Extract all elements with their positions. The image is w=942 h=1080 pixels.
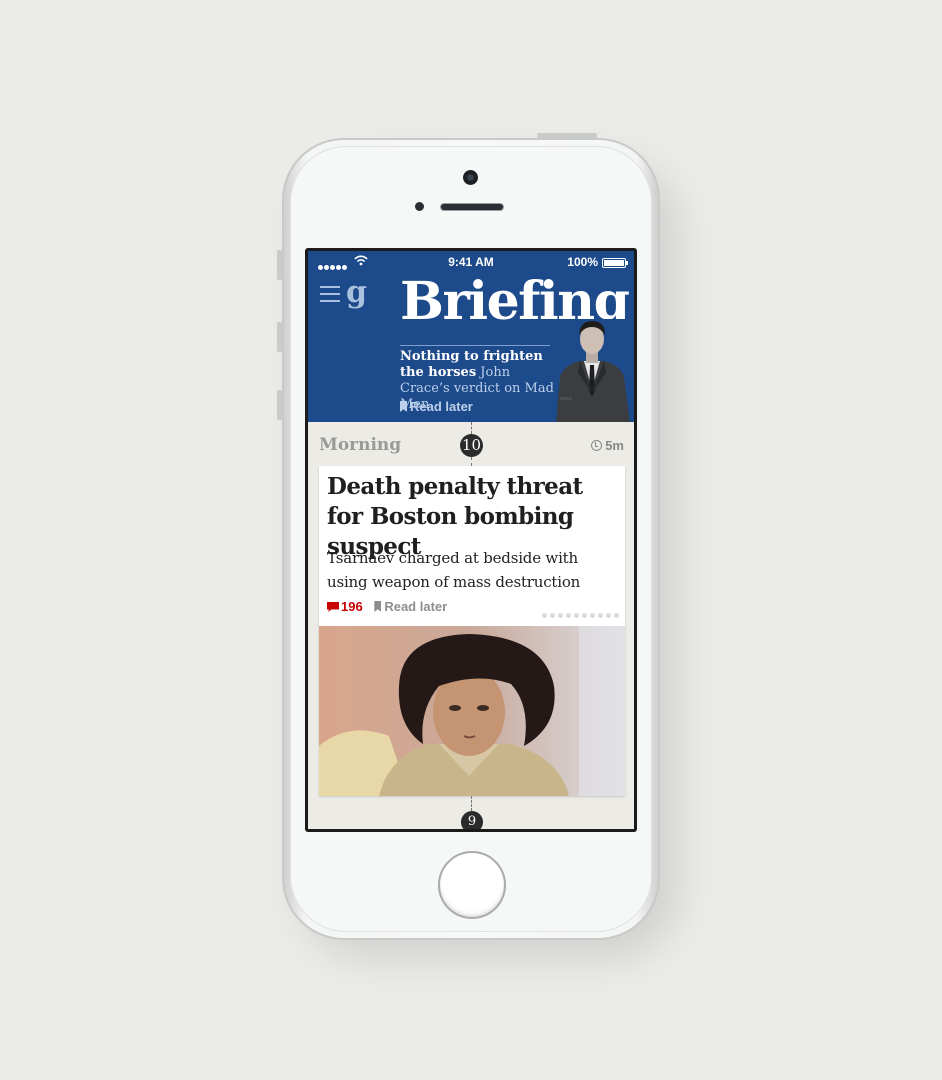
mad-men-photo [550, 319, 634, 422]
page-dot [566, 613, 571, 618]
clock-icon [591, 440, 603, 451]
front-camera [463, 170, 478, 185]
page-dot [614, 613, 619, 618]
home-button[interactable] [438, 851, 506, 919]
article-photo[interactable] [319, 626, 625, 796]
story-number-badge: 10 [460, 434, 483, 457]
header-read-later-button[interactable]: Read later [400, 399, 473, 414]
teaser-headline: Nothing to frighten the horses [400, 349, 543, 380]
article-card[interactable]: Death penalty threat for Boston bombing … [319, 466, 625, 796]
article-meta: 196 Read later [327, 599, 447, 614]
comment-count[interactable]: 196 [341, 599, 363, 614]
read-later-button[interactable]: Read later [374, 599, 447, 614]
bookmark-icon [400, 401, 407, 412]
section-label: Morning [319, 435, 402, 455]
comment-icon[interactable] [327, 602, 339, 612]
earpiece-speaker [440, 203, 504, 211]
page-dot [550, 613, 555, 618]
header-read-later-label: Read later [410, 399, 473, 414]
read-time-label: 5m [605, 438, 624, 453]
battery-icon [602, 258, 628, 268]
timeline-connector [471, 457, 472, 466]
battery-percentage: 100% [567, 255, 598, 269]
page-dot [558, 613, 563, 618]
page-dot [542, 613, 547, 618]
section-row: Morning 10 5m [308, 422, 634, 466]
phone-screen: 9:41 AM 100% g Briefing Nothing to frigh… [305, 248, 637, 832]
timeline-connector [471, 796, 472, 811]
read-later-label: Read later [384, 599, 448, 614]
app-screen: 9:41 AM 100% g Briefing Nothing to frigh… [308, 251, 634, 829]
page-dot [574, 613, 579, 618]
page-dot [598, 613, 603, 618]
proximity-sensor [415, 202, 424, 211]
timeline-connector [471, 422, 472, 434]
page-indicator [539, 605, 619, 623]
guardian-logo[interactable]: g [346, 275, 367, 310]
briefing-header[interactable]: 9:41 AM 100% g Briefing Nothing to frigh… [308, 251, 634, 422]
bookmark-icon [374, 601, 382, 612]
page-dot [582, 613, 587, 618]
read-time: 5m [591, 438, 624, 453]
next-story-badge[interactable]: 9 [461, 811, 483, 829]
page-dot [590, 613, 595, 618]
status-bar: 9:41 AM 100% [308, 251, 634, 273]
menu-icon[interactable] [320, 286, 340, 302]
article-standfirst: Tsarnaev charged at bedside with using w… [327, 549, 581, 591]
page-dot [606, 613, 611, 618]
